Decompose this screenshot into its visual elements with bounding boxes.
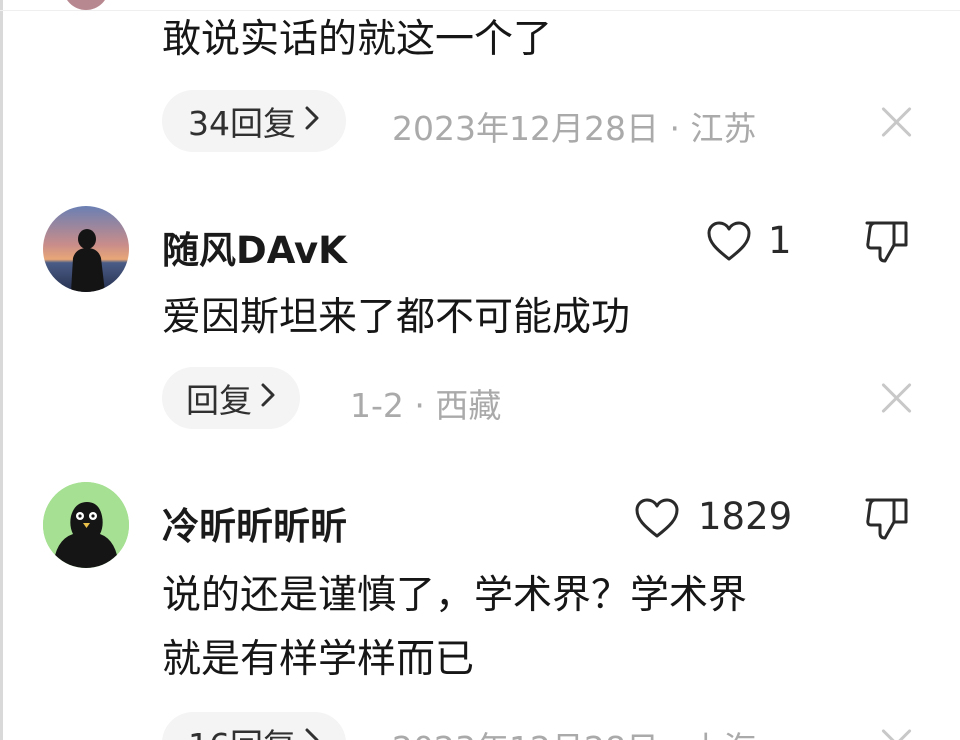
reply-label: 34回复 xyxy=(188,104,296,143)
close-icon[interactable] xyxy=(878,380,914,416)
comment-text: 敢说实话的就这一个了 xyxy=(162,17,553,62)
like-count: 1 xyxy=(768,219,792,262)
reply-button[interactable]: 34回复 xyxy=(162,90,346,152)
comment-meta: 1-2 · 西藏 xyxy=(350,386,502,425)
chevron-right-icon xyxy=(260,381,276,416)
scroll-edge xyxy=(0,0,3,740)
reply-button[interactable]: 16回复 xyxy=(162,712,346,740)
chevron-right-icon xyxy=(304,104,320,139)
comment-text: 爱因斯坦来了都不可能成功 xyxy=(162,295,631,340)
chevron-right-icon xyxy=(304,726,320,740)
heart-outline-icon[interactable] xyxy=(634,497,680,539)
thumbs-down-icon[interactable] xyxy=(864,218,910,264)
close-icon[interactable] xyxy=(878,726,914,740)
comment-meta: 2023年12月28日 · 上海 xyxy=(392,722,756,740)
username[interactable]: 冷昕昕昕昕 xyxy=(162,496,347,550)
like-count: 1829 xyxy=(698,495,793,538)
thumbs-down-icon[interactable] xyxy=(864,495,910,541)
avatar[interactable] xyxy=(43,482,129,568)
comment-list: 敢说实话的就这一个了 34回复 2023年12月28日 · 江苏 随风DAvK … xyxy=(0,0,960,740)
comment-meta: 2023年12月28日 · 江苏 xyxy=(392,109,757,148)
avatar[interactable] xyxy=(63,0,109,10)
close-icon[interactable] xyxy=(878,104,914,140)
reply-label: 16回复 xyxy=(188,719,296,740)
comment-text-line: 就是有样学样而已 xyxy=(162,637,475,682)
reply-label: 回复 xyxy=(186,381,252,420)
comment-text-line: 说的还是谨慎了，学术界？学术界 xyxy=(162,573,748,618)
heart-outline-icon[interactable] xyxy=(706,220,752,262)
username[interactable]: 随风DAvK xyxy=(162,220,347,274)
avatar[interactable] xyxy=(43,206,129,292)
divider xyxy=(0,10,960,11)
reply-button[interactable]: 回复 xyxy=(162,367,300,429)
